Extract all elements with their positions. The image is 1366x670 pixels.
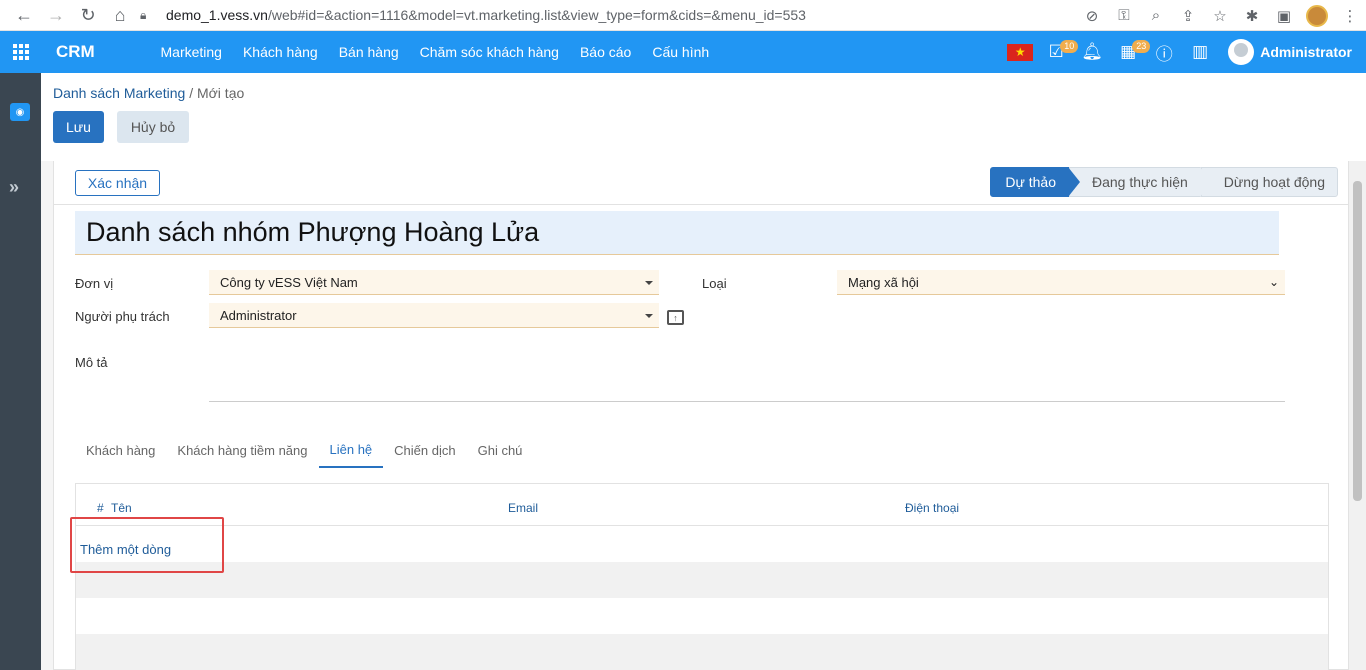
notebook-tabs: Khách hàng Khách hàng tiềm năng Liên hệ … [75, 432, 533, 468]
column-name[interactable]: Tên [111, 501, 132, 515]
description-label: Mô tả [75, 355, 108, 370]
column-email[interactable]: Email [508, 501, 538, 515]
apps-menu-icon[interactable] [0, 31, 42, 73]
lock-icon: 🔒︎ [140, 7, 147, 22]
left-sidebar: ◉ » [0, 73, 41, 670]
main-menu: Marketing Khách hàng Bán hàng Chăm sóc k… [150, 44, 720, 60]
tab-campaigns[interactable]: Chiến dịch [383, 432, 466, 468]
extensions-icon[interactable]: ✱ [1236, 2, 1268, 30]
type-value: Mạng xã hội [848, 274, 919, 290]
stage-stopped-label: Dừng hoạt động [1223, 174, 1325, 190]
confirm-button[interactable]: Xác nhận [75, 170, 160, 196]
scrollbar[interactable] [1349, 161, 1366, 670]
unit-label: Đơn vị [75, 276, 114, 291]
table-row [76, 562, 1328, 598]
external-link-icon[interactable]: ↑ [667, 310, 684, 325]
bell-icon[interactable]: 🔔︎ [1074, 31, 1110, 73]
sidepanel-icon[interactable]: ▣ [1268, 2, 1300, 30]
stage-draft-label: Dự thảo [1005, 174, 1056, 190]
menu-item-sales[interactable]: Bán hàng [328, 44, 409, 60]
breadcrumb-current: Mới tạo [196, 85, 245, 101]
app-topbar: CRM Marketing Khách hàng Bán hàng Chăm s… [0, 31, 1366, 73]
share-icon[interactable]: ⇪ [1172, 2, 1204, 30]
owner-label: Người phụ trách [75, 309, 170, 324]
vietnam-flag-icon: ★ [1007, 43, 1034, 61]
expand-sidebar-icon[interactable]: » [9, 177, 19, 198]
user-name[interactable]: Administrator [1260, 44, 1352, 60]
breadcrumb-parent[interactable]: Danh sách Marketing [53, 85, 185, 101]
marketing-app-icon[interactable]: ◉ [10, 103, 30, 121]
stage-in-progress[interactable]: Đang thực hiện [1069, 167, 1212, 197]
table-row [76, 634, 1328, 670]
key-icon[interactable]: ⚿ [1108, 2, 1140, 30]
unit-value: Công ty vESS Việt Nam [220, 274, 358, 290]
star-icon[interactable]: ☆ [1204, 2, 1236, 30]
browser-toolbar: ← → ↻ ⌂ 🔒︎ demo_1.vess.vn/web#id=&action… [0, 0, 1366, 31]
caret-down-icon [645, 314, 653, 318]
save-button[interactable]: Lưu [53, 111, 104, 143]
owner-select[interactable]: Administrator [209, 303, 659, 328]
menu-item-customers[interactable]: Khách hàng [232, 44, 328, 60]
stage-in-progress-label: Đang thực hiện [1092, 174, 1188, 190]
breadcrumb: Danh sách Marketing / Mới tạo [53, 85, 244, 101]
breadcrumb-separator: / [189, 85, 194, 101]
calendar-icon[interactable]: ▦ 23 [1110, 31, 1151, 73]
highlight-box [70, 517, 224, 573]
menu-item-config[interactable]: Cấu hình [642, 44, 720, 60]
caret-down-icon [645, 281, 653, 285]
tab-contacts[interactable]: Liên hệ [318, 432, 384, 468]
chevron-down-icon: ⌄ [1268, 275, 1279, 289]
user-avatar[interactable] [1228, 39, 1255, 65]
company-icon[interactable]: ▥ [1182, 31, 1218, 73]
type-label: Loại [702, 276, 727, 291]
stage-stopped[interactable]: Dừng hoạt động [1200, 167, 1338, 197]
cancel-button[interactable]: Hủy bỏ [117, 111, 189, 143]
description-input[interactable] [209, 401, 1285, 402]
back-icon[interactable]: ← [8, 1, 40, 29]
tab-notes[interactable]: Ghi chú [467, 432, 534, 468]
menu-item-marketing[interactable]: Marketing [150, 44, 232, 60]
help-icon[interactable]: ⓘ [1146, 31, 1182, 73]
contacts-table: # Tên Email Điện thoại Thêm một dòng [70, 483, 1329, 670]
stage-pipeline: Dự thảo Đang thực hiện Dừng hoạt động [990, 167, 1338, 197]
app-brand[interactable]: CRM [56, 42, 150, 62]
owner-value: Administrator [220, 307, 297, 323]
name-input[interactable]: Danh sách nhóm Phượng Hoàng Lửa [75, 211, 1279, 255]
tab-leads[interactable]: Khách hàng tiềm năng [166, 432, 318, 468]
url-host: demo_1.vess.vn [166, 7, 268, 23]
tab-customers[interactable]: Khách hàng [75, 432, 166, 468]
menu-item-reports[interactable]: Báo cáo [569, 44, 641, 60]
menu-item-customer-care[interactable]: Chăm sóc khách hàng [409, 44, 569, 60]
blocked-icon[interactable]: ⊘ [1076, 2, 1108, 30]
zoom-icon[interactable]: ⌕ [1140, 2, 1172, 30]
stage-draft[interactable]: Dự thảo [990, 167, 1080, 197]
home-icon[interactable]: ⌂ [104, 1, 136, 29]
main-content: Danh sách Marketing / Mới tạo Lưu Hủy bỏ… [41, 73, 1366, 670]
activities-icon[interactable]: ☑ 10 [1038, 31, 1079, 73]
unit-select[interactable]: Công ty vESS Việt Nam [209, 270, 659, 295]
column-phone[interactable]: Điện thoại [905, 501, 959, 515]
column-number: # [97, 501, 104, 515]
form-area: Xác nhận Dự thảo Đang thực hiện Dừng hoạ… [41, 161, 1349, 670]
type-select[interactable]: Mạng xã hội ⌄ [837, 270, 1285, 295]
language-flag[interactable]: ★ [1002, 31, 1038, 73]
status-bar: Xác nhận Dự thảo Đang thực hiện Dừng hoạ… [54, 161, 1348, 205]
table-header: # Tên Email Điện thoại [76, 484, 1328, 526]
form-sheet: Xác nhận Dự thảo Đang thực hiện Dừng hoạ… [53, 161, 1349, 670]
scrollbar-thumb[interactable] [1353, 181, 1362, 501]
reload-icon[interactable]: ↻ [72, 1, 104, 29]
forward-icon[interactable]: → [40, 1, 72, 29]
profile-avatar[interactable] [1306, 4, 1328, 27]
more-icon[interactable]: ⋮ [1334, 2, 1366, 30]
url-path: /web#id=&action=1116&model=vt.marketing.… [267, 7, 806, 23]
address-bar[interactable]: 🔒︎ demo_1.vess.vn/web#id=&action=1116&mo… [140, 3, 1230, 27]
